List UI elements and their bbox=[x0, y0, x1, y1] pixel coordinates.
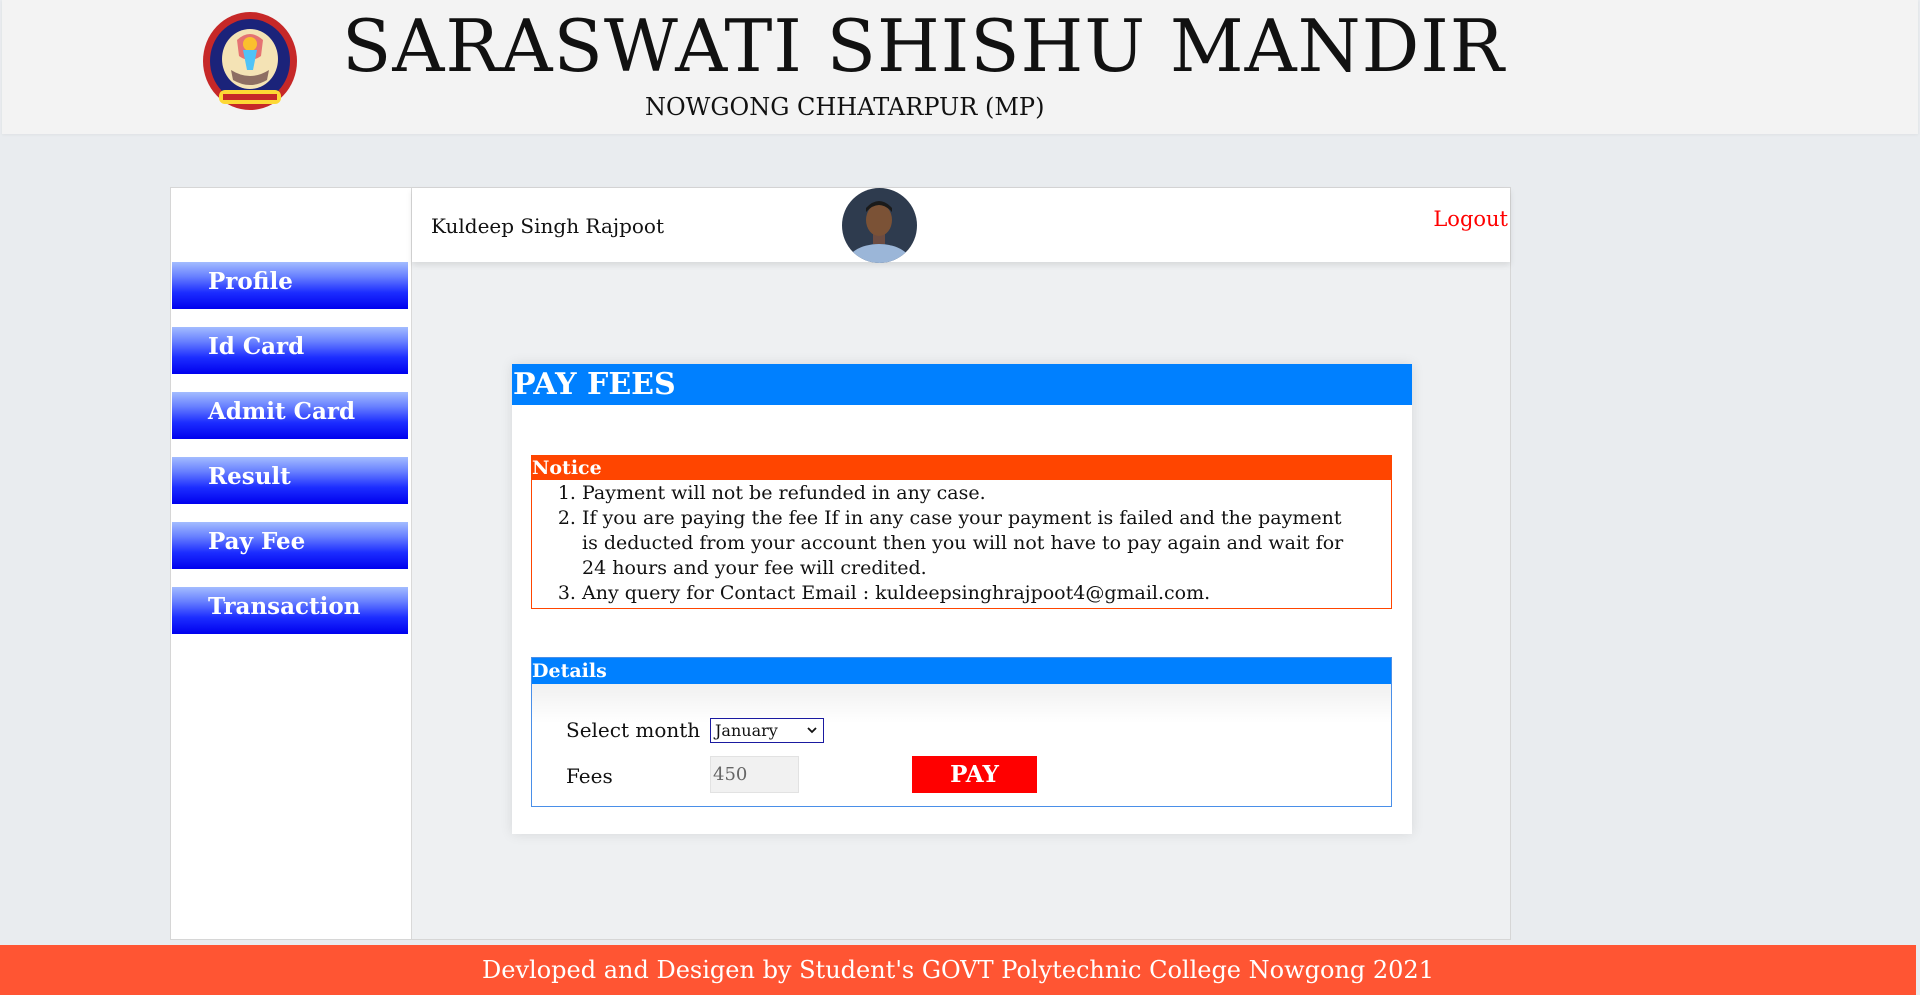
sidebar-item-label: Transaction bbox=[208, 593, 361, 620]
sidebar: Profile Id Card Admit Card Result Pay Fe… bbox=[171, 188, 412, 939]
sidebar-item-label: Id Card bbox=[208, 333, 305, 360]
sidebar-item-transaction[interactable]: Transaction bbox=[172, 587, 408, 634]
notice-heading: Notice bbox=[532, 456, 1391, 480]
site-footer: Devloped and Desigen by Student's GOVT P… bbox=[0, 945, 1916, 995]
sidebar-item-id-card[interactable]: Id Card bbox=[172, 327, 408, 374]
month-select[interactable]: January bbox=[710, 718, 824, 743]
site-header: SARASWATI SHISHU MANDIR NOWGONG CHHATARP… bbox=[2, 0, 1918, 134]
sidebar-item-result[interactable]: Result bbox=[172, 457, 408, 504]
month-label: Select month bbox=[566, 718, 701, 742]
pay-fees-card: PAY FEES Notice Payment will not be refu… bbox=[512, 364, 1412, 834]
chevron-down-icon bbox=[807, 727, 817, 734]
dashboard-panel: Profile Id Card Admit Card Result Pay Fe… bbox=[170, 187, 1511, 940]
sidebar-item-label: Admit Card bbox=[208, 398, 356, 425]
fees-label: Fees bbox=[566, 764, 613, 788]
notice-item: Any query for Contact Email : kuldeepsin… bbox=[582, 581, 1351, 606]
details-heading: Details bbox=[532, 658, 1391, 684]
month-select-value: January bbox=[715, 721, 778, 740]
user-topbar: Kuldeep Singh Rajpoot Logout bbox=[412, 188, 1510, 263]
sidebar-item-profile[interactable]: Profile bbox=[172, 262, 408, 309]
user-name: Kuldeep Singh Rajpoot bbox=[431, 214, 664, 238]
details-box: Details Select month January Fees 450 PA… bbox=[531, 657, 1392, 807]
fees-field[interactable]: 450 bbox=[710, 756, 799, 793]
sidebar-item-label: Pay Fee bbox=[208, 528, 306, 555]
user-avatar-icon bbox=[842, 188, 917, 263]
notice-list: Payment will not be refunded in any case… bbox=[532, 481, 1391, 606]
pay-fees-title: PAY FEES bbox=[512, 364, 1412, 405]
sidebar-item-label: Profile bbox=[208, 268, 293, 295]
school-name: SARASWATI SHISHU MANDIR bbox=[342, 4, 1506, 88]
sidebar-item-label: Result bbox=[208, 463, 291, 490]
sidebar-item-pay-fee[interactable]: Pay Fee bbox=[172, 522, 408, 569]
pay-button[interactable]: PAY bbox=[912, 756, 1037, 793]
notice-item: If you are paying the fee If in any case… bbox=[582, 506, 1351, 581]
school-emblem-icon bbox=[201, 10, 299, 112]
logout-link[interactable]: Logout bbox=[1433, 207, 1508, 231]
school-location: NOWGONG CHHATARPUR (MP) bbox=[645, 93, 1045, 121]
notice-item: Payment will not be refunded in any case… bbox=[582, 481, 1351, 506]
notice-box: Notice Payment will not be refunded in a… bbox=[531, 455, 1392, 609]
sidebar-item-admit-card[interactable]: Admit Card bbox=[172, 392, 408, 439]
